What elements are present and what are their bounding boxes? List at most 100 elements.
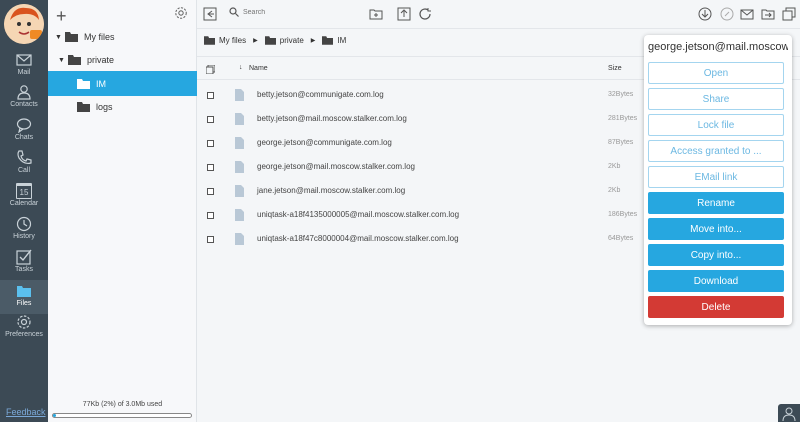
share-button[interactable]: Share <box>648 88 784 110</box>
table-row[interactable]: uniqtask-a18f4135000005@mail.moscow.stal… <box>197 203 642 227</box>
file-icon <box>235 89 244 101</box>
copy-into-button[interactable]: Copy into... <box>648 244 784 266</box>
row-checkbox[interactable] <box>207 236 214 243</box>
copy-icon[interactable] <box>782 7 796 21</box>
nav-chats[interactable]: Chats <box>0 117 48 149</box>
row-checkbox[interactable] <box>207 140 214 147</box>
file-actions-popup: george.jetson@mail.moscow.stalker.com.lo… <box>644 35 792 325</box>
table-row[interactable]: uniqtask-a18f47c8000004@mail.moscow.stal… <box>197 227 642 251</box>
move-icon[interactable] <box>761 7 775 21</box>
chat-icon <box>16 118 32 133</box>
tree-item-my-files[interactable]: ▼ My files <box>48 25 197 49</box>
nav-files[interactable]: Files <box>0 280 48 314</box>
table-row[interactable]: jane.jetson@mail.moscow.stalker.com.log … <box>197 179 642 203</box>
folder-icon <box>17 286 31 297</box>
caret-down-icon[interactable]: ▼ <box>58 57 68 64</box>
clock-icon <box>16 216 32 232</box>
account-icon[interactable] <box>778 404 800 422</box>
table-row[interactable]: betty.jetson@mail.moscow.stalker.com.log… <box>197 107 642 131</box>
nav-mail-label: Mail <box>17 69 31 76</box>
file-icon <box>235 209 244 221</box>
caret-down-icon[interactable]: ▼ <box>55 34 65 41</box>
email-link-button[interactable]: EMail link <box>648 166 784 188</box>
add-icon[interactable]: + <box>56 6 67 27</box>
file-name: george.jetson@communigate.com.log <box>257 138 392 147</box>
search-box[interactable] <box>229 7 343 17</box>
tree-item-private[interactable]: ▼ private <box>48 48 197 72</box>
download-button[interactable]: Download <box>648 270 784 292</box>
download-icon[interactable] <box>698 7 712 21</box>
row-checkbox[interactable] <box>207 116 214 123</box>
tree-item-im[interactable]: IM <box>48 71 197 96</box>
gear-icon <box>17 315 31 329</box>
sort-arrow-icon[interactable]: ↓ <box>239 64 243 71</box>
search-input[interactable] <box>243 8 343 16</box>
nav-mail[interactable]: Mail <box>0 52 48 84</box>
move-into-button[interactable]: Move into... <box>648 218 784 240</box>
delete-button[interactable]: Delete <box>648 296 784 318</box>
mail-icon <box>16 54 32 66</box>
avatar[interactable] <box>4 4 44 44</box>
row-checkbox[interactable] <box>207 92 214 99</box>
feedback-link[interactable]: Feedback <box>6 407 46 417</box>
row-checkbox[interactable] <box>207 188 214 195</box>
nav-files-label: Files <box>16 300 32 307</box>
toolbar <box>197 0 800 29</box>
back-icon[interactable] <box>203 7 217 21</box>
access-granted-button[interactable]: Access granted to ... <box>648 140 784 162</box>
email-link-icon[interactable] <box>740 7 754 21</box>
nav-call[interactable]: Call <box>0 150 48 182</box>
table-row[interactable]: betty.jetson@communigate.com.log 32Bytes <box>197 83 642 107</box>
file-name: betty.jetson@mail.moscow.stalker.com.log <box>257 114 407 123</box>
settings-gear-icon[interactable] <box>174 6 188 20</box>
refresh-icon[interactable] <box>418 7 432 21</box>
nav-contacts-label: Contacts <box>10 101 38 108</box>
file-size: 186Bytes <box>608 211 638 218</box>
new-folder-icon[interactable] <box>369 7 383 21</box>
nav-contacts[interactable]: Contacts <box>0 84 48 116</box>
nav-preferences-label: Preferences <box>5 331 43 338</box>
nav-calendar[interactable]: 15 Calendar <box>0 183 48 215</box>
column-name-header[interactable]: Name <box>249 65 268 72</box>
tree-item-logs[interactable]: logs <box>48 95 197 119</box>
nav-history[interactable]: History <box>0 216 48 248</box>
row-checkbox[interactable] <box>207 164 214 171</box>
folder-icon <box>204 36 215 45</box>
row-checkbox[interactable] <box>207 212 214 219</box>
breadcrumb-item[interactable]: IM <box>337 36 346 45</box>
nav-calendar-label: Calendar <box>9 200 39 207</box>
breadcrumb-item[interactable]: My files <box>219 36 246 45</box>
nav-chats-label: Chats <box>14 134 34 141</box>
file-name: betty.jetson@communigate.com.log <box>257 90 384 99</box>
quota-bar <box>52 413 192 418</box>
breadcrumb-item[interactable]: private <box>280 36 304 45</box>
folder-icon <box>322 36 334 45</box>
file-size: 87Bytes <box>608 139 634 146</box>
popup-title: george.jetson@mail.moscow.stalker.com.lo… <box>648 41 788 53</box>
contacts-icon <box>17 85 31 100</box>
select-all-icon[interactable] <box>206 65 215 74</box>
rename-button[interactable]: Rename <box>648 192 784 214</box>
lock-file-button[interactable]: Lock file <box>648 114 784 136</box>
table-row[interactable]: george.jetson@communigate.com.log 87Byte… <box>197 131 642 155</box>
column-size-header[interactable]: Size <box>608 65 622 72</box>
upload-icon[interactable] <box>397 7 411 21</box>
file-icon <box>235 161 244 173</box>
folder-icon <box>264 36 276 45</box>
file-icon <box>235 233 244 245</box>
file-icon <box>235 137 244 149</box>
nav-tasks[interactable]: Tasks <box>0 249 48 281</box>
table-row[interactable]: george.jetson@mail.moscow.stalker.com.lo… <box>197 155 642 179</box>
app-sidebar: Mail Contacts Chats Call 15 Calendar His… <box>0 0 48 422</box>
tasks-icon <box>16 249 32 265</box>
folder-icon <box>65 32 78 42</box>
nav-tasks-label: Tasks <box>15 266 33 273</box>
search-icon <box>229 7 239 17</box>
file-size: 2Kb <box>608 187 621 194</box>
nav-preferences[interactable]: Preferences <box>0 314 48 346</box>
file-name: uniqtask-a18f4135000005@mail.moscow.stal… <box>257 210 460 219</box>
open-button[interactable]: Open <box>648 62 784 84</box>
breadcrumb-separator: ▶ <box>310 38 316 44</box>
quota-bar-fill <box>53 414 56 417</box>
share-link-icon[interactable] <box>720 7 734 21</box>
